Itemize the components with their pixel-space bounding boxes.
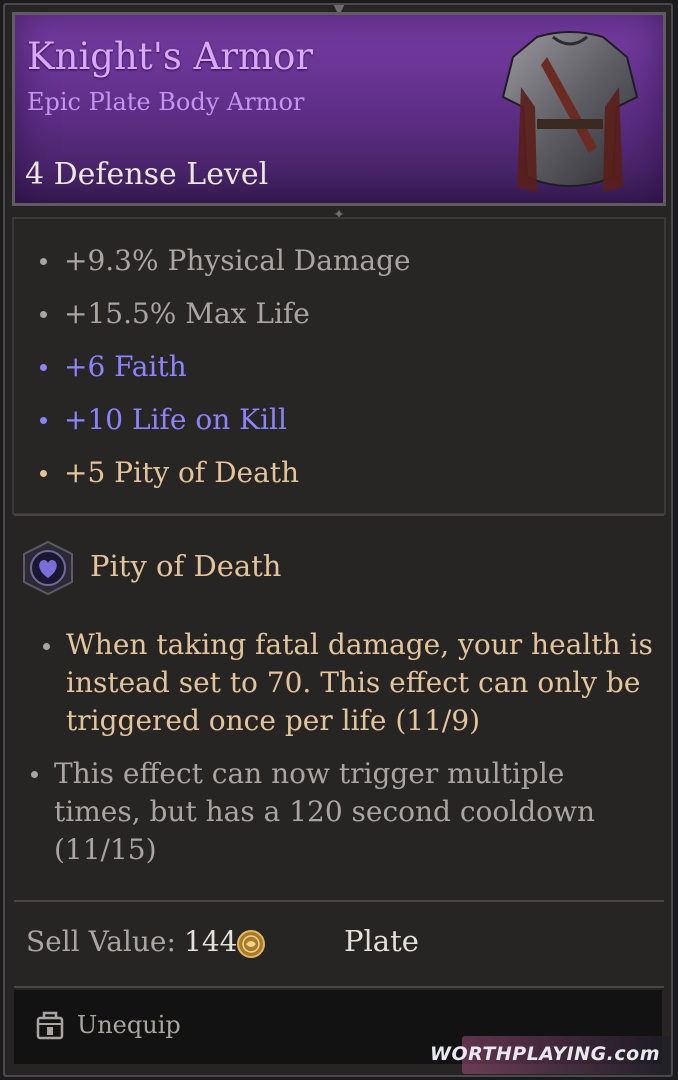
skill-description: When taking fatal damage, your health is… bbox=[66, 626, 653, 740]
description-line: triggered once per life (11/9) bbox=[66, 704, 481, 737]
watermark: WORTHPLAYING.com bbox=[430, 1036, 670, 1074]
sell-value-label: Sell Value: bbox=[26, 925, 176, 958]
stat-life-on-kill: +10 Life on Kill bbox=[40, 403, 287, 436]
bullet-icon bbox=[31, 771, 38, 778]
gold-coin-icon bbox=[237, 930, 265, 958]
sell-value: 144 bbox=[184, 925, 238, 958]
bullet-icon bbox=[40, 417, 47, 424]
stat-text: +10 Life on Kill bbox=[64, 403, 287, 436]
bullet-icon bbox=[40, 364, 47, 371]
stats-panel: +9.3% Physical Damage +15.5% Max Life +6… bbox=[12, 217, 666, 515]
unequip-label: Unequip bbox=[77, 1011, 181, 1039]
section-divider bbox=[14, 900, 664, 902]
item-header: Knight's Armor Epic Plate Body Armor 4 D… bbox=[12, 12, 666, 206]
bullet-icon bbox=[43, 643, 50, 650]
stat-text: +9.3% Physical Damage bbox=[64, 244, 411, 277]
description-line: This effect can now trigger multiple bbox=[54, 757, 565, 790]
armor-type: Plate bbox=[344, 924, 419, 958]
section-divider bbox=[14, 514, 664, 516]
defense-level: 4 Defense Level bbox=[25, 157, 269, 192]
skill-upgrade-description: This effect can now trigger multiple tim… bbox=[54, 755, 595, 869]
stat-max-life: +15.5% Max Life bbox=[40, 297, 310, 330]
watermark-text: WORTHPLAYING.com bbox=[430, 1043, 660, 1065]
heart-shield-icon bbox=[23, 540, 73, 596]
description-line: (11/15) bbox=[54, 833, 157, 866]
stat-faith: +6 Faith bbox=[40, 350, 187, 383]
skill-name: Pity of Death bbox=[90, 549, 282, 583]
item-name: Knight's Armor bbox=[27, 35, 314, 78]
description-line: When taking fatal damage, your health is bbox=[66, 628, 653, 661]
stat-text: +5 Pity of Death bbox=[64, 456, 300, 489]
armor-image bbox=[501, 31, 639, 192]
item-rarity-type: Epic Plate Body Armor bbox=[27, 88, 305, 116]
stat-text: +15.5% Max Life bbox=[64, 297, 310, 330]
section-divider bbox=[14, 986, 664, 988]
bullet-icon bbox=[40, 470, 47, 477]
bullet-icon bbox=[40, 258, 47, 265]
stat-pity-of-death: +5 Pity of Death bbox=[40, 456, 300, 489]
unequip-icon bbox=[36, 1011, 64, 1040]
description-line: times, but has a 120 second cooldown bbox=[54, 795, 596, 828]
stat-text: +6 Faith bbox=[64, 350, 187, 383]
stat-physical-damage: +9.3% Physical Damage bbox=[40, 244, 411, 277]
description-line: instead set to 70. This effect can only … bbox=[66, 666, 641, 699]
bullet-icon bbox=[40, 311, 47, 318]
